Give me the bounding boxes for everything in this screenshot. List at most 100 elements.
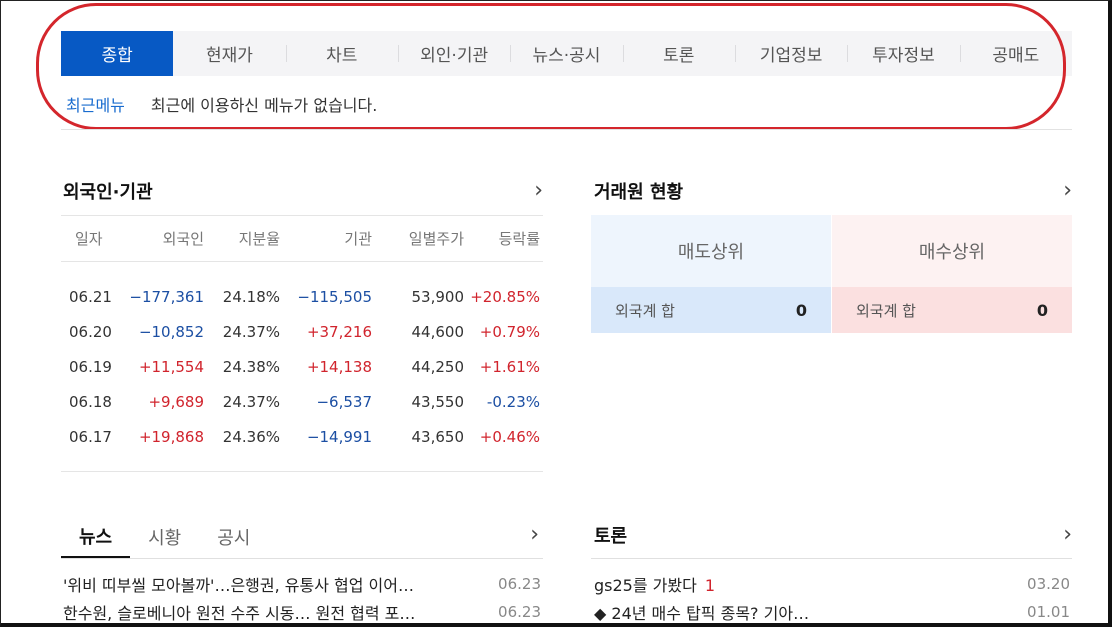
column-header: 지분율 [238,230,280,248]
news-date: 06.23 [498,575,541,593]
table-row: 06.20 −10,852 24.37% +37,216 44,600 +0.7… [61,314,543,349]
cell-foreign: +19,868 [138,427,204,446]
sell-sum-label: 외국계 합 [615,301,675,320]
discussion-title-wrap[interactable]: gs25를 가봤다 1 [594,572,715,596]
discussion-title[interactable]: ◆ 24년 매수 탑픽 종목? 기아… [594,604,809,623]
tab-current-price[interactable]: 현재가 [173,31,285,76]
cell-price: 53,900 [411,287,465,306]
table-row: 06.17 +19,868 24.36% −14,991 43,650 +0.4… [61,419,543,454]
list-item[interactable]: '위비 띠부씰 모아볼까'…은행권, 유통사 협업 이어… 06.23 [63,570,541,598]
discussion-list: gs25를 가봤다 1 03.20 ◆ 24년 매수 탑픽 종목? 기아… 01.… [594,570,1070,626]
list-item[interactable]: 한수원, 슬로베니아 원전 수주 시동… 원전 협력 포… 06.23 [63,598,541,626]
cell-ratio: 24.18% [222,287,280,306]
broker-section-header[interactable]: 거래원 현황 › [594,178,1072,204]
cell-price: 43,550 [411,392,465,411]
cell-date: 06.21 [69,287,112,306]
discussion-title[interactable]: gs25를 가봤다 [594,576,697,595]
cell-foreign: −10,852 [138,322,204,341]
news-tab-bar: 뉴스 시황 공시 › [61,516,543,559]
tab-foreign-institution[interactable]: 외인·기관 [397,31,510,76]
cell-price: 44,250 [411,357,465,376]
chevron-right-icon[interactable]: › [530,524,539,546]
list-item[interactable]: gs25를 가봤다 1 03.20 [594,570,1070,598]
discussion-date: 03.20 [1027,575,1070,593]
tab-market[interactable]: 시황 [130,516,199,558]
tab-news[interactable]: 뉴스 [61,516,131,558]
top-sellers-label: 매도상위 [591,215,831,287]
cell-price: 43,650 [411,427,465,446]
column-header: 등락률 [498,230,540,248]
cell-change: -0.23% [486,392,540,411]
cell-ratio: 24.37% [222,392,280,411]
recent-menu-label[interactable]: 최근메뉴 [66,92,125,116]
cell-date: 06.19 [69,357,112,376]
news-date: 06.23 [498,603,541,621]
list-item[interactable]: ◆ 24년 매수 탑픽 종목? 기아… 01.01 [594,598,1070,626]
top-buyers-column: 매수상위 외국계 합 0 [832,215,1072,333]
broker-panel: 매도상위 외국계 합 0 매수상위 외국계 합 0 [591,215,1072,333]
cell-institution: −115,505 [297,287,372,306]
recent-menu: 최근메뉴 최근에 이용하신 메뉴가 없습니다. [66,92,377,116]
buy-sum-value: 0 [1036,300,1048,320]
table-body: 06.21 −177,361 24.18% −115,505 53,900 +2… [61,262,543,472]
cell-price: 44,600 [411,322,465,341]
foreign-section-header[interactable]: 외국인·기관 › [63,178,543,204]
broker-section-title: 거래원 현황 [594,182,684,203]
table-row: 06.19 +11,554 24.38% +14,138 44,250 +1.6… [61,349,543,384]
chevron-right-icon[interactable]: › [1063,524,1072,546]
tab-company-info[interactable]: 기업정보 [734,31,847,76]
cell-ratio: 24.38% [222,357,280,376]
tab-overview[interactable]: 종합 [61,31,174,76]
news-list: '위비 띠부씰 모아볼까'…은행권, 유통사 협업 이어… 06.23 한수원,… [63,570,541,626]
foreign-section-title: 외국인·기관 [63,182,153,203]
cell-institution: −14,991 [306,427,372,446]
discussion-section-title: 토론 [594,526,628,547]
cell-foreign: −177,361 [129,287,204,306]
table-row: 06.21 −177,361 24.18% −115,505 53,900 +2… [61,279,543,314]
discussion-title-wrap[interactable]: ◆ 24년 매수 탑픽 종목? 기아… [594,600,809,624]
discussion-date: 01.01 [1027,603,1070,621]
divider [591,558,1072,559]
cell-change: +0.79% [479,322,540,341]
cell-foreign: +9,689 [148,392,204,411]
table-row: 06.18 +9,689 24.37% −6,537 43,550 -0.23% [61,384,543,419]
cell-ratio: 24.37% [222,322,280,341]
divider [61,129,1072,130]
top-sellers-column: 매도상위 외국계 합 0 [591,215,831,333]
cell-institution: +37,216 [306,322,372,341]
cell-change: +20.85% [470,287,540,306]
cell-date: 06.18 [69,392,112,411]
discussion-section-header[interactable]: 토론 › [594,522,1072,548]
cell-change: +1.61% [479,357,540,376]
tab-investment-info[interactable]: 투자정보 [847,31,959,76]
cell-date: 06.17 [69,427,112,446]
column-header: 외국인 [162,230,204,248]
table-header: 일자 외국인 지분율 기관 일별주가 등락률 [61,215,543,262]
column-header: 기관 [344,230,372,248]
sell-sum-value: 0 [795,300,807,320]
chevron-right-icon[interactable]: › [534,180,543,202]
tab-short-selling[interactable]: 공매도 [959,31,1072,76]
tab-discussion[interactable]: 토론 [622,31,735,76]
cell-change: +0.46% [479,427,540,446]
comment-count: 1 [704,576,716,595]
cell-foreign: +11,554 [138,357,204,376]
cell-institution: −6,537 [316,392,372,411]
tab-chart[interactable]: 차트 [285,31,398,76]
cell-date: 06.20 [69,322,112,341]
recent-menu-message: 최근에 이용하신 메뉴가 없습니다. [150,96,378,115]
tab-disclosure[interactable]: 공시 [199,516,268,558]
tab-news-disclosure[interactable]: 뉴스·공시 [510,31,622,76]
chevron-right-icon[interactable]: › [1063,180,1072,202]
column-header: 일별주가 [408,230,464,248]
sell-foreign-sum: 외국계 합 0 [591,287,831,333]
main-tab-bar: 종합 현재가 차트 외인·기관 뉴스·공시 토론 기업정보 투자정보 공매도 [61,31,1072,76]
news-title[interactable]: '위비 띠부씰 모아볼까'…은행권, 유통사 협업 이어… [63,572,414,596]
buy-foreign-sum: 외국계 합 0 [832,287,1072,333]
cell-institution: +14,138 [306,357,372,376]
foreign-table: 일자 외국인 지분율 기관 일별주가 등락률 06.21 −177,361 24… [61,215,543,472]
top-buyers-label: 매수상위 [832,215,1072,287]
news-title[interactable]: 한수원, 슬로베니아 원전 수주 시동… 원전 협력 포… [63,600,415,624]
buy-sum-label: 외국계 합 [856,301,916,320]
cell-ratio: 24.36% [222,427,280,446]
